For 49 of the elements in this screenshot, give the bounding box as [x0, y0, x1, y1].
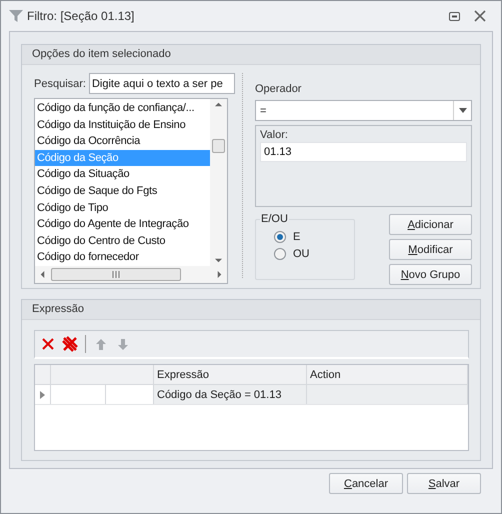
action-button[interactable]: Modificar: [389, 239, 472, 260]
caret-icon: [458, 108, 466, 113]
value-label: Valor:: [260, 129, 289, 141]
radio-button[interactable]: [274, 248, 286, 260]
scroll-down-icon: [215, 257, 222, 264]
action-button[interactable]: Adicionar: [389, 214, 472, 235]
list-item[interactable]: Código de Tipo: [35, 200, 210, 216]
close-icon: [474, 10, 486, 22]
grip-icon: [112, 271, 120, 278]
scroll-up-icon: [215, 101, 222, 108]
list-item[interactable]: Código da Instituição de Ensino: [35, 116, 210, 134]
group-title: E/OU: [260, 213, 289, 225]
delete-all-icon: [62, 336, 78, 352]
panel-title: Opções do item selecionado: [22, 45, 480, 65]
scroll-thumb[interactable]: [212, 139, 225, 153]
scroll-right-icon: [216, 271, 223, 278]
list-item[interactable]: Código do Centro de Custo: [35, 232, 210, 250]
radio-button[interactable]: [274, 231, 286, 243]
delete-icon: [41, 337, 55, 351]
dialog-button[interactable]: Salvar: [407, 473, 481, 494]
panel-title: Expressão: [22, 300, 480, 320]
radio-label: OU: [293, 248, 310, 260]
list-item[interactable]: Código da função de confiança/...: [35, 100, 210, 117]
table-cell: Código da Seção = 01.13: [154, 385, 307, 404]
list-item[interactable]: Código do Agente de Integração: [35, 216, 210, 233]
column-header[interactable]: Action: [307, 365, 468, 384]
scroll-left-icon: [39, 271, 46, 278]
restore-icon: [448, 12, 460, 20]
up-arrow-icon: [95, 338, 107, 350]
toolbar-button[interactable]: [61, 335, 79, 353]
list-item[interactable]: Código de Saque do Fgts: [35, 182, 210, 200]
radio-label: E: [293, 231, 300, 243]
list-item[interactable]: Código da Situação: [35, 166, 210, 183]
filter-icon: [9, 9, 23, 23]
search-label: Pesquisar:: [34, 78, 86, 90]
operator-dropdown[interactable]: =: [255, 100, 472, 121]
row-indicator-icon: [40, 390, 45, 398]
search-field[interactable]: Digite aqui o texto a ser pe: [88, 73, 235, 94]
down-arrow-icon: [117, 338, 129, 350]
scroll-thumb[interactable]: [51, 268, 181, 281]
window-title: Filtro: [Seção 01.13]: [27, 9, 136, 23]
vertical-scrollbar[interactable]: [210, 99, 227, 266]
horizontal-scrollbar[interactable]: [35, 266, 227, 283]
list-item[interactable]: Código da Ocorrência: [35, 133, 210, 150]
list-item[interactable]: Código do fornecedor: [35, 249, 210, 266]
value-field[interactable]: 01.13: [260, 142, 467, 162]
action-button[interactable]: Novo Grupo: [389, 264, 472, 285]
dialog-button[interactable]: Cancelar: [329, 473, 403, 494]
operator-label: Operador: [255, 83, 302, 95]
